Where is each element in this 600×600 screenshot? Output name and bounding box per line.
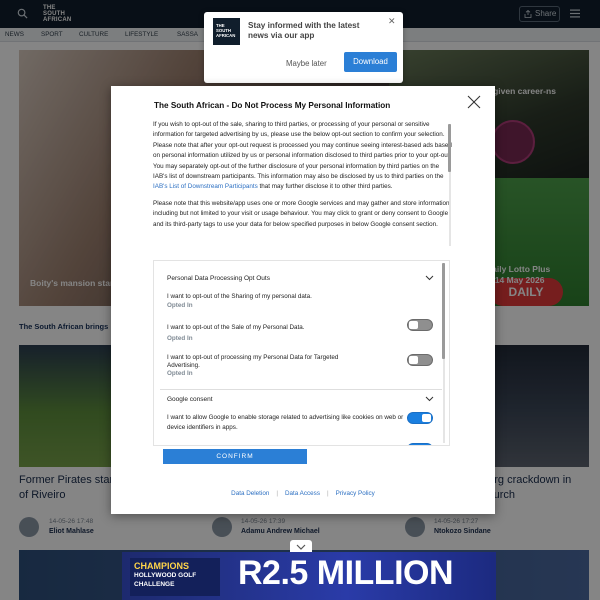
- opt-sharing-status: Opted In: [167, 302, 193, 309]
- modal-footer-links: Data Deletion | Data Access | Privacy Policy: [231, 490, 375, 497]
- google-consent-toggle-2[interactable]: [407, 443, 433, 445]
- modal-title: The South African - Do Not Process My Pe…: [154, 101, 391, 110]
- opt-sharing-label: I want to opt-out of the Sharing of my p…: [167, 293, 312, 300]
- data-access-link[interactable]: Data Access: [285, 490, 320, 497]
- opt-out-settings: Personal Data Processing Opt Outs I want…: [153, 260, 450, 446]
- opt-sale-status: Opted In: [167, 335, 193, 342]
- ad-collapse-tab[interactable]: [290, 540, 312, 552]
- divider: [160, 389, 442, 390]
- opt-targeted-ads-toggle[interactable]: [407, 354, 433, 366]
- opt-targeted-ads-label: I want to opt-out of processing my Perso…: [167, 354, 339, 369]
- privacy-modal: The South African - Do Not Process My Pe…: [111, 86, 495, 514]
- prompt-message: Stay informed with the latest news via o…: [248, 21, 360, 40]
- chevron-down-icon[interactable]: [425, 275, 434, 281]
- opt-sale-label: I want to opt-out of the Sale of my Pers…: [167, 324, 305, 331]
- iab-list-link[interactable]: IAB's List of Downstream Participants: [153, 183, 258, 190]
- body-scrollbar[interactable]: [448, 120, 452, 250]
- privacy-policy-link[interactable]: Privacy Policy: [336, 490, 375, 497]
- chevron-down-icon[interactable]: [425, 396, 434, 402]
- modal-body-text[interactable]: If you wish to opt-out of the sale, shar…: [153, 120, 454, 250]
- data-deletion-link[interactable]: Data Deletion: [231, 490, 269, 497]
- opt-targeted-ads-status: Opted In: [167, 370, 193, 377]
- close-icon[interactable]: [467, 95, 481, 109]
- ad-banner[interactable]: CHAMPIONS HOLLYWOOD GOLF CHALLENGE R2.5 …: [122, 552, 496, 600]
- confirm-button[interactable]: CONFIRM: [163, 449, 307, 464]
- app-logo: THE SOUTH AFRICAN: [213, 18, 240, 45]
- section-title-personal-data[interactable]: Personal Data Processing Opt Outs: [167, 275, 270, 282]
- opt-sale-toggle[interactable]: [407, 319, 433, 331]
- maybe-later-button[interactable]: Maybe later: [286, 59, 327, 68]
- google-consent-toggle[interactable]: [407, 412, 433, 424]
- ad-brand: CHAMPIONS HOLLYWOOD GOLF CHALLENGE: [130, 558, 220, 596]
- opt-out-scrollbar[interactable]: [442, 261, 446, 445]
- section-title-google-consent[interactable]: Google consent: [167, 396, 213, 403]
- body-paragraph: If you wish to opt-out of the sale, shar…: [153, 121, 452, 191]
- body-paragraph: Please note that this website/app uses o…: [153, 199, 450, 228]
- google-consent-label: I want to allow Google to enable storage…: [167, 414, 404, 431]
- ad-headline: R2.5 MILLION: [238, 554, 454, 592]
- download-button[interactable]: Download: [344, 52, 397, 72]
- page: THE SOUTH AFRICAN Share NEWS SPORT CULTU…: [0, 0, 600, 600]
- close-icon[interactable]: ✕: [388, 16, 396, 27]
- app-install-prompt: THE SOUTH AFRICAN Stay informed with the…: [204, 12, 403, 83]
